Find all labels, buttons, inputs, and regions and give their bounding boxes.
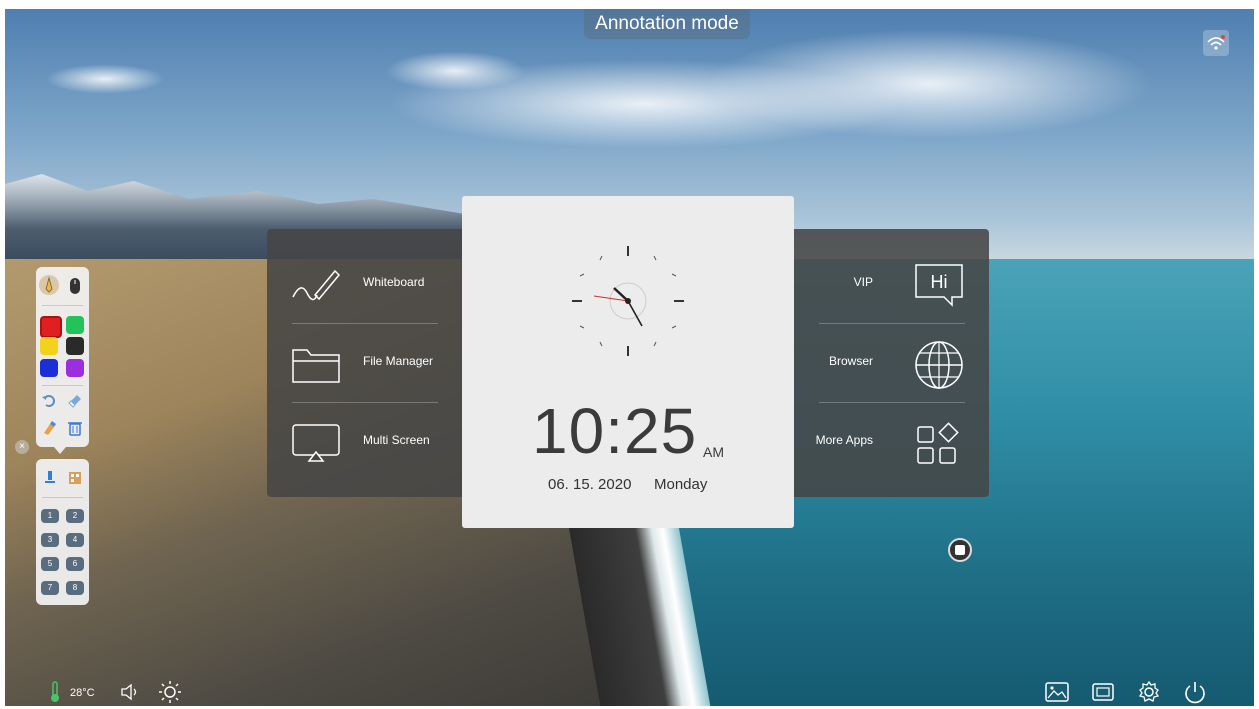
launcher-left-panel: Whiteboard File Manager Multi Screen (267, 229, 463, 497)
multi-screen-app[interactable]: Multi Screen (267, 403, 463, 481)
clear-brush-icon[interactable] (40, 419, 58, 437)
floating-menu-button[interactable] (948, 538, 972, 562)
digital-time: 10:25 (532, 395, 698, 467)
brightness-icon[interactable] (158, 680, 182, 704)
trash-icon[interactable] (66, 419, 84, 437)
channel-2-button[interactable]: 2 (66, 509, 84, 523)
channel-5-button[interactable]: 5 (41, 557, 59, 571)
color-black[interactable] (66, 337, 84, 355)
undo-icon[interactable] (40, 391, 58, 409)
power-icon[interactable] (1182, 680, 1208, 704)
wallpaper-icon[interactable] (1044, 680, 1070, 704)
multi-screen-label: Multi Screen (363, 433, 430, 447)
file-manager-app[interactable]: File Manager (267, 324, 463, 402)
pin-icon[interactable] (41, 469, 59, 487)
channel-4-button[interactable]: 4 (66, 533, 84, 547)
settings-gear-icon[interactable] (1136, 680, 1162, 704)
color-green[interactable] (66, 316, 84, 334)
channel-1-button[interactable]: 1 (41, 509, 59, 523)
date: 06. 15. 2020 (548, 476, 632, 493)
qr-code-icon[interactable] (66, 469, 84, 487)
cast-screen-icon (291, 421, 341, 465)
pencil-icon[interactable] (39, 275, 59, 295)
channel-8-button[interactable]: 8 (66, 581, 84, 595)
temperature: 28°C (70, 687, 95, 699)
annotation-toolbar (36, 267, 89, 447)
wifi-icon[interactable] (1203, 30, 1229, 56)
analog-clock (558, 240, 698, 360)
chevron-down-icon[interactable] (54, 447, 66, 454)
status-bar-right (1040, 680, 1220, 706)
close-toolbar-icon[interactable]: × (15, 440, 29, 454)
apps-grid-icon (912, 419, 966, 469)
channel-7-button[interactable]: 7 (41, 581, 59, 595)
vip-label: VIP (853, 275, 873, 289)
volume-icon[interactable] (120, 682, 142, 702)
more-apps-label: More Apps (815, 433, 873, 447)
mouse-icon[interactable] (66, 277, 84, 295)
whiteboard-app[interactable]: Whiteboard (267, 245, 463, 323)
color-red[interactable] (40, 316, 62, 338)
weekday: Monday (654, 476, 708, 493)
file-manager-label: File Manager (363, 354, 434, 368)
color-yellow[interactable] (40, 337, 58, 355)
thermometer-icon (48, 680, 62, 704)
browser-label: Browser (828, 354, 873, 368)
clock-widget: 10:25 AM 06. 15. 2020 Monday (462, 196, 794, 528)
svg-text:Hi: Hi (931, 272, 948, 292)
channel-3-button[interactable]: 3 (41, 533, 59, 547)
more-apps-app[interactable]: More Apps (794, 403, 989, 481)
eraser-icon[interactable] (66, 391, 84, 409)
input-source-icon[interactable] (1090, 680, 1116, 704)
channel-6-button[interactable]: 6 (66, 557, 84, 571)
pen-stroke-icon (291, 263, 341, 307)
ampm: AM (703, 444, 724, 460)
browser-app[interactable]: Browser (794, 324, 989, 402)
color-blue[interactable] (40, 359, 58, 377)
globe-icon (912, 340, 966, 390)
folder-icon (291, 342, 341, 386)
whiteboard-label: Whiteboard (363, 275, 425, 289)
annotation-toolbar-secondary: 1 2 3 4 5 6 7 8 (36, 459, 89, 605)
color-purple[interactable] (66, 359, 84, 377)
hi-chat-icon: Hi (912, 261, 966, 311)
vip-app[interactable]: VIP Hi (794, 245, 989, 323)
launcher-right-panel: VIP Hi Browser More Apps (794, 229, 989, 497)
annotation-mode-title: Annotation mode (584, 9, 750, 39)
